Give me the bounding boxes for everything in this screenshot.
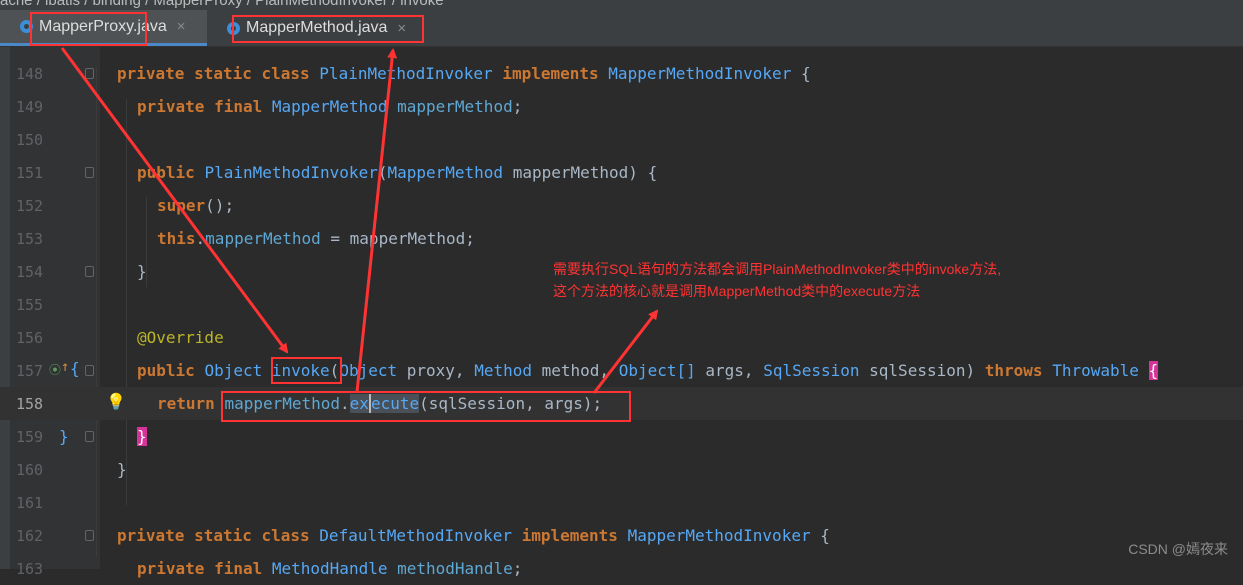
arrow-note-to-execute [592, 309, 659, 394]
watermark: CSDN @嫣夜来 [1128, 541, 1228, 557]
arrow-execute-to-tab [355, 48, 398, 393]
annotation-note: 需要执行SQL语句的方法都会调用PlainMethodInvoker类中的inv… [553, 258, 1001, 302]
arrow-tab-to-invoke [60, 47, 289, 354]
annotation-note-line: 这个方法的核心就是调用MapperMethod类中的execute方法 [553, 283, 921, 299]
annotation-note-line: 需要执行SQL语句的方法都会调用PlainMethodInvoker类中的inv… [553, 261, 1002, 277]
